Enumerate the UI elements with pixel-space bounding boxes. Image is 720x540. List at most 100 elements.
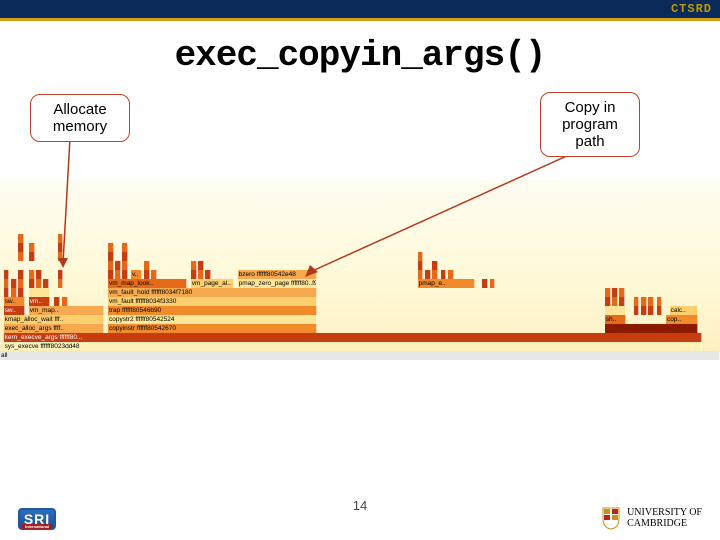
- flamegraph-frame[interactable]: vm_fault ffffff8034f3330: [108, 297, 317, 306]
- flamegraph-frame[interactable]: [54, 297, 60, 306]
- flamegraph-frame[interactable]: [657, 297, 663, 306]
- flamegraph-frame[interactable]: vm_page_al..: [191, 279, 234, 288]
- flamegraph-row: exec_alloc_args ffff..copyinstr ffffff80…: [0, 324, 720, 333]
- flamegraph-frame[interactable]: [108, 261, 114, 270]
- flamegraph-frame[interactable]: [122, 243, 128, 252]
- sri-logo: SRI International: [18, 508, 56, 530]
- flamegraph-frame[interactable]: [122, 261, 128, 270]
- flamegraph-frame[interactable]: [115, 261, 121, 270]
- flamegraph-frame[interactable]: [641, 306, 647, 315]
- flamegraph-frame[interactable]: [122, 252, 128, 261]
- flamegraph-frame[interactable]: vm_map..: [29, 306, 105, 315]
- flamegraph-frame[interactable]: [108, 252, 114, 261]
- callout-allocate-memory: Allocate memory: [30, 94, 130, 142]
- footer: 14 SRI International UNIVERSITY OF CAMBR…: [0, 492, 720, 532]
- flamegraph-frame[interactable]: [648, 297, 654, 306]
- flamegraph-frame[interactable]: [18, 243, 24, 252]
- flamegraph-frame[interactable]: [11, 279, 17, 288]
- cambridge-crest-icon: [601, 506, 621, 530]
- flamegraph-frame[interactable]: [605, 297, 611, 306]
- flamegraph-frame[interactable]: [634, 297, 640, 306]
- flamegraph-frame[interactable]: [144, 261, 150, 270]
- flamegraph-frame[interactable]: [18, 270, 24, 279]
- flamegraph-frame[interactable]: [619, 288, 625, 297]
- flamegraph-frame[interactable]: [58, 279, 64, 288]
- flamegraph-row: vm_map_look.. vm_page_al.. pmap_zero_page …: [0, 279, 720, 288]
- flamegraph-frame[interactable]: [657, 306, 663, 315]
- flamegraph-frame[interactable]: sw..: [4, 306, 26, 315]
- flamegraph-frame[interactable]: copystr2 ffffff80542524: [108, 315, 317, 324]
- flamegraph-frame[interactable]: trap ffffff80546b90: [108, 306, 317, 315]
- flamegraph-frame[interactable]: [198, 270, 204, 279]
- flamegraph-row: all: [0, 351, 720, 360]
- flamegraph-frame[interactable]: [612, 297, 618, 306]
- flamegraph-frame[interactable]: [4, 279, 10, 288]
- page-number: 14: [353, 498, 367, 513]
- flamegraph-frame[interactable]: [482, 279, 488, 288]
- flamegraph-frame[interactable]: [605, 288, 611, 297]
- flamegraph-frame[interactable]: [151, 270, 157, 279]
- flamegraph-frame[interactable]: [29, 270, 35, 279]
- flamegraph-frame[interactable]: [29, 288, 51, 297]
- flamegraph-frame[interactable]: [634, 306, 640, 315]
- flamegraph-frame[interactable]: [108, 270, 114, 279]
- flamegraph-frame[interactable]: [4, 288, 10, 297]
- flamegraph-row: sys_execve ffffff8023dd48: [0, 342, 720, 351]
- flamegraph-frame[interactable]: exec_alloc_args ffff..: [4, 324, 105, 333]
- flamegraph-frame[interactable]: [205, 270, 211, 279]
- flamegraph-frame[interactable]: [18, 234, 24, 243]
- flamegraph-frame[interactable]: pmap_e..: [418, 279, 476, 288]
- flamegraph-frame[interactable]: [29, 279, 35, 288]
- flamegraph-frame[interactable]: v..: [131, 270, 142, 279]
- flamegraph-frame[interactable]: all: [0, 351, 720, 360]
- flamegraph-frame[interactable]: kmap_alloc_wait fff..: [4, 315, 105, 324]
- flamegraph-frame[interactable]: [18, 279, 24, 288]
- flamegraph-frame[interactable]: vm..: [29, 297, 51, 306]
- flamegraph-frame[interactable]: cop..: [666, 315, 698, 324]
- flamegraph-frame[interactable]: [29, 252, 35, 261]
- flamegraph-frame[interactable]: [144, 270, 150, 279]
- flamegraph-frame[interactable]: [36, 270, 42, 279]
- flamegraph-frame[interactable]: [58, 270, 64, 279]
- flamegraph-frame[interactable]: [62, 297, 68, 306]
- flamegraph-frame[interactable]: copyinstr ffffff80542670: [108, 324, 317, 333]
- flamegraph-frame[interactable]: [641, 297, 647, 306]
- flamegraph-frame[interactable]: [648, 306, 654, 315]
- flamegraph-frame[interactable]: [43, 279, 49, 288]
- flamegraph-frame[interactable]: kern_execve_args ffffff80...: [4, 333, 702, 342]
- cambridge-logo: UNIVERSITY OF CAMBRIDGE: [601, 506, 702, 530]
- flamegraph-frame[interactable]: [18, 288, 24, 297]
- flamegraph-frame[interactable]: vm_fault_hold ffffff8034f7180: [108, 288, 317, 297]
- flamegraph-frame[interactable]: [191, 261, 197, 270]
- slide-title: exec_copyin_args(): [0, 35, 720, 76]
- flamegraph-row: sw..vm.. vm_fault ffffff8034f3330: [0, 297, 720, 306]
- flamegraph-frame[interactable]: [619, 297, 625, 306]
- callout-pointer-right: [300, 150, 590, 280]
- flamegraph-frame[interactable]: sys_execve ffffff8023dd48: [4, 342, 702, 351]
- flamegraph-frame[interactable]: [4, 270, 10, 279]
- flamegraph-frame[interactable]: pmap_zero_page ffffff80..f920: [238, 279, 317, 288]
- flamegraph-frame[interactable]: [122, 270, 128, 279]
- cambridge-text-line1: UNIVERSITY OF: [627, 507, 702, 518]
- flamegraph-row: sw..vm_map..trap ffffff80546b90 calc..: [0, 306, 720, 315]
- flamegraph-frame[interactable]: [198, 261, 204, 270]
- cambridge-text-line2: CAMBRIDGE: [627, 518, 702, 529]
- flamegraph-row: kmap_alloc_wait fff..copystr2 ffffff8054…: [0, 315, 720, 324]
- flamegraph-frame[interactable]: sw..: [4, 297, 26, 306]
- flamegraph-frame[interactable]: [605, 306, 627, 315]
- callout-copy-in-path: Copy in program path: [540, 92, 640, 157]
- flamegraph-frame[interactable]: vm_map_look..: [108, 279, 187, 288]
- flamegraph-frame[interactable]: [115, 270, 121, 279]
- flamegraph-frame[interactable]: [191, 270, 197, 279]
- callout-pointer-left: [55, 138, 85, 268]
- flamegraph-frame[interactable]: [11, 288, 17, 297]
- flamegraph-frame[interactable]: [29, 243, 35, 252]
- flamegraph-frame[interactable]: [612, 288, 618, 297]
- flamegraph-frame[interactable]: calc..: [670, 306, 699, 315]
- flamegraph-frame[interactable]: [605, 324, 699, 333]
- flamegraph-frame[interactable]: [108, 243, 114, 252]
- flamegraph-frame[interactable]: [18, 252, 24, 261]
- flamegraph-frame[interactable]: [490, 279, 496, 288]
- flamegraph-frame[interactable]: [36, 279, 42, 288]
- flamegraph-frame[interactable]: sh..: [605, 315, 627, 324]
